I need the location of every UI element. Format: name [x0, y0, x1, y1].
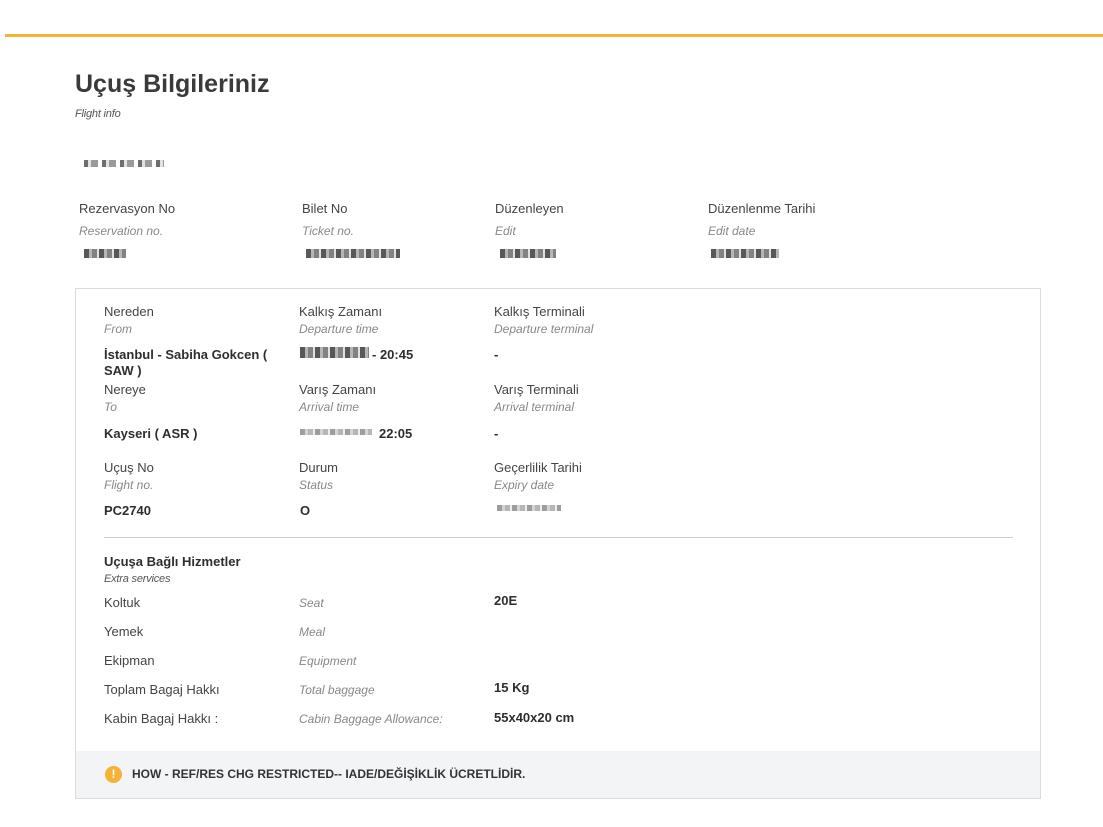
reservation-no-redacted [84, 249, 126, 258]
flight-details-card: Nereden From İstanbul - Sabiha Gokcen ( … [75, 288, 1041, 799]
expiry-date-redacted [497, 505, 561, 511]
page-subtitle: Flight info [75, 108, 121, 120]
to-value: Kayseri ( ASR ) [104, 426, 198, 441]
total-baggage-label: Toplam Bagaj Hakkı [104, 682, 220, 697]
status-label: Durum [299, 460, 339, 475]
arrival-terminal-value: - [494, 426, 499, 441]
ticket-no-redacted [306, 249, 400, 258]
equipment-label: Ekipman [104, 653, 155, 668]
seat-value: 20E [494, 593, 518, 608]
seat-label-en: Seat [299, 596, 324, 610]
total-baggage-label-en: Total baggage [299, 683, 375, 697]
ticket-no-label: Bilet No [302, 201, 348, 216]
edit-date-label: Düzenlenme Tarihi [708, 201, 816, 216]
arrival-time-label-en: Arrival time [299, 400, 360, 414]
extra-services-subtitle: Extra services [104, 573, 171, 585]
accent-divider [5, 34, 1103, 37]
to-label-en: To [104, 400, 117, 414]
reservation-no-label: Rezervasyon No [79, 201, 176, 216]
departure-terminal-label: Kalkış Terminali [494, 304, 585, 319]
to-label: Nereye [104, 382, 146, 397]
from-label-en: From [104, 322, 132, 336]
total-baggage-value: 15 Kg [494, 680, 530, 695]
departure-time-label-en: Departure time [299, 322, 379, 336]
arrival-date-redacted [300, 429, 372, 435]
cabin-baggage-label-en: Cabin Baggage Allowance: [299, 712, 443, 726]
expiry-date-label-en: Expiry date [494, 478, 555, 492]
cabin-baggage-label: Kabin Bagaj Hakkı : [104, 711, 219, 726]
notice-text: HOW - REF/RES CHG RESTRICTED-- IADE/DEĞİ… [132, 767, 526, 781]
edit-date-label-en: Edit date [708, 224, 756, 238]
equipment-label-en: Equipment [299, 654, 357, 668]
fare-restriction-notice: ! HOW - REF/RES CHG RESTRICTED-- IADE/DE… [76, 751, 1040, 798]
editor-label: Düzenleyen [495, 201, 564, 216]
meal-label-en: Meal [299, 625, 326, 639]
warning-icon: ! [105, 766, 122, 783]
section-divider [104, 537, 1013, 538]
arrival-time-value: 22:05 [379, 426, 413, 441]
from-value: İstanbul - Sabiha Gokcen ( SAW ) [104, 347, 268, 378]
departure-terminal-value: - [494, 347, 499, 362]
arrival-terminal-label: Varış Terminali [494, 382, 579, 397]
departure-time-label: Kalkış Zamanı [299, 304, 383, 319]
editor-redacted [500, 249, 556, 258]
departure-time-value: - 20:45 [372, 347, 414, 362]
expiry-date-label: Geçerlilik Tarihi [494, 460, 582, 475]
edit-date-redacted [711, 249, 779, 258]
status-value: O [300, 503, 311, 518]
extra-services-title: Uçuşa Bağlı Hizmetler [104, 554, 241, 569]
ticket-no-label-en: Ticket no. [302, 224, 354, 238]
flight-no-label: Uçuş No [104, 460, 154, 475]
reservation-no-label-en: Reservation no. [79, 224, 164, 238]
editor-label-en: Edit [495, 224, 516, 238]
meal-label: Yemek [104, 624, 144, 639]
arrival-time-label: Varış Zamanı [299, 382, 377, 397]
departure-date-redacted [300, 347, 369, 358]
flight-no-label-en: Flight no. [104, 478, 154, 492]
passenger-name-redacted [84, 160, 164, 167]
flight-no-value: PC2740 [104, 503, 151, 518]
cabin-baggage-value: 55x40x20 cm [494, 710, 575, 725]
status-label-en: Status [299, 478, 334, 492]
arrival-terminal-label-en: Arrival terminal [494, 400, 575, 414]
page-title: Uçuş Bilgileriniz [75, 70, 270, 98]
from-label: Nereden [104, 304, 154, 319]
departure-terminal-label-en: Departure terminal [494, 322, 594, 336]
seat-label: Koltuk [104, 595, 141, 610]
